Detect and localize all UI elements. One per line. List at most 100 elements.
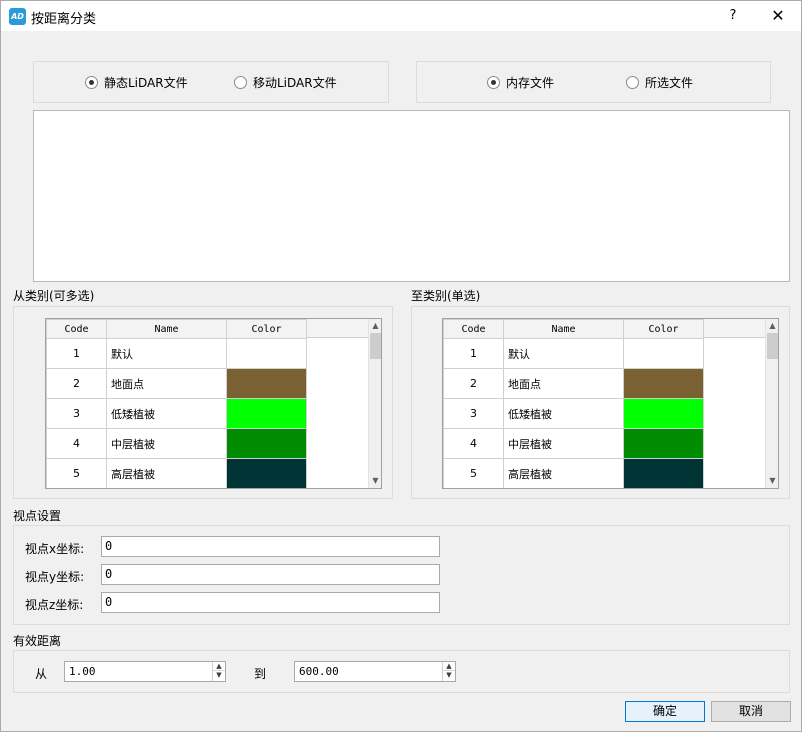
column-header-code[interactable]: Code — [46, 319, 107, 339]
cell-code: 2 — [443, 368, 504, 399]
cell-color-swatch — [623, 458, 704, 488]
table-row[interactable]: 1 默认 — [443, 338, 704, 369]
viewpoint-x-label: 视点x坐标: — [25, 542, 85, 556]
column-header-color[interactable]: Color — [226, 319, 307, 339]
table-row[interactable]: 2 地面点 — [443, 368, 704, 399]
cell-name: 高层植被 — [106, 458, 227, 488]
table-row[interactable]: 4 中层植被 — [443, 428, 704, 459]
viewpoint-y-input[interactable]: 0 — [101, 564, 440, 585]
distance-to-label: 到 — [254, 667, 267, 681]
scroll-thumb[interactable] — [370, 333, 381, 359]
to-class-grid: Code Name Color 1 默认 2 地面点 3 低矮植被 4 中层植被 5 高层植被 — [443, 319, 704, 488]
cell-code: 4 — [443, 428, 504, 459]
table-header-filler — [703, 319, 766, 338]
viewpoint-z-label: 视点z坐标: — [25, 598, 84, 612]
radio-unchecked-icon[interactable] — [234, 76, 247, 89]
ok-button[interactable]: 确定 — [625, 701, 705, 722]
cell-color-swatch — [226, 398, 307, 429]
table-row[interactable]: 3 低矮植被 — [443, 398, 704, 429]
cell-code: 1 — [46, 338, 107, 369]
dialog-window: AD 按距离分类 ? ✕ 静态LiDAR文件 移动LiDAR文件 内存文件 所选… — [0, 0, 802, 732]
table-header-filler — [306, 319, 369, 338]
radio-label: 内存文件 — [506, 76, 555, 90]
distance-to-spinbox[interactable]: 600.00 ▲ ▼ — [294, 661, 456, 682]
scroll-down-arrow-icon[interactable]: ▼ — [766, 474, 778, 488]
spin-down-arrow-icon[interactable]: ▼ — [213, 671, 225, 680]
to-class-table[interactable]: Code Name Color 1 默认 2 地面点 3 低矮植被 4 中层植被 5 高层植被 ▲… — [442, 318, 779, 489]
column-header-color[interactable]: Color — [623, 319, 704, 339]
cell-name: 中层植被 — [106, 428, 227, 459]
radio-memory-file[interactable]: 内存文件 — [487, 74, 554, 91]
viewpoint-label: 视点设置 — [13, 509, 62, 523]
cell-name: 低矮植被 — [503, 398, 624, 429]
cell-code: 4 — [46, 428, 107, 459]
cell-code: 2 — [46, 368, 107, 399]
app-logo-icon: AD — [9, 8, 26, 25]
scroll-down-arrow-icon[interactable]: ▼ — [369, 474, 381, 488]
from-class-table[interactable]: Code Name Color 1 默认 2 地面点 3 低矮植被 4 中层植被 5 高层植被 ▲… — [45, 318, 382, 489]
radio-label: 所选文件 — [645, 76, 694, 90]
distance-from-spinbox[interactable]: 1.00 ▲ ▼ — [64, 661, 226, 682]
cell-color-swatch — [226, 458, 307, 488]
column-header-name[interactable]: Name — [106, 319, 227, 339]
cell-name: 默认 — [503, 338, 624, 369]
viewpoint-y-label: 视点y坐标: — [25, 570, 85, 584]
file-source-group — [416, 61, 771, 103]
table-row[interactable]: 5 高层植被 — [443, 458, 704, 488]
radio-label: 静态LiDAR文件 — [104, 76, 188, 90]
distance-from-label: 从 — [35, 667, 48, 681]
radio-unchecked-icon[interactable] — [626, 76, 639, 89]
cell-color-swatch — [623, 368, 704, 399]
radio-checked-icon[interactable] — [487, 76, 500, 89]
radio-checked-icon[interactable] — [85, 76, 98, 89]
cell-name: 低矮植被 — [106, 398, 227, 429]
cell-code: 3 — [443, 398, 504, 429]
close-button[interactable]: ✕ — [765, 5, 791, 27]
cell-code: 1 — [443, 338, 504, 369]
viewpoint-x-input[interactable]: 0 — [101, 536, 440, 557]
spinbox-value: 600.00 — [299, 665, 339, 678]
scroll-up-arrow-icon[interactable]: ▲ — [369, 319, 381, 333]
cancel-button[interactable]: 取消 — [711, 701, 791, 722]
radio-selected-file[interactable]: 所选文件 — [626, 74, 693, 91]
cell-name: 地面点 — [106, 368, 227, 399]
spinbox-buttons[interactable]: ▲ ▼ — [212, 662, 225, 681]
spin-down-arrow-icon[interactable]: ▼ — [443, 671, 455, 680]
table-row[interactable]: 5 高层植被 — [46, 458, 307, 488]
radio-mobile-lidar[interactable]: 移动LiDAR文件 — [234, 74, 337, 91]
scroll-up-arrow-icon[interactable]: ▲ — [766, 319, 778, 333]
cell-color-swatch — [623, 428, 704, 459]
column-header-name[interactable]: Name — [503, 319, 624, 339]
radio-static-lidar[interactable]: 静态LiDAR文件 — [85, 74, 188, 91]
distance-label: 有效距离 — [13, 634, 62, 648]
from-class-grid: Code Name Color 1 默认 2 地面点 3 低矮植被 4 中层植被 5 高层植被 — [46, 319, 307, 488]
from-class-label: 从类别(可多选) — [13, 289, 95, 303]
cell-color-swatch — [623, 398, 704, 429]
column-header-code[interactable]: Code — [443, 319, 504, 339]
from-class-scrollbar[interactable]: ▲ ▼ — [368, 319, 381, 488]
file-list-box[interactable] — [33, 110, 790, 282]
cell-code: 5 — [443, 458, 504, 488]
table-row[interactable]: 3 低矮植被 — [46, 398, 307, 429]
help-button[interactable]: ? — [721, 5, 745, 27]
cell-color-swatch — [226, 368, 307, 399]
spin-up-arrow-icon[interactable]: ▲ — [213, 662, 225, 671]
table-row[interactable]: 1 默认 — [46, 338, 307, 369]
viewpoint-z-input[interactable]: 0 — [101, 592, 440, 613]
radio-label: 移动LiDAR文件 — [253, 76, 337, 90]
cell-name: 中层植被 — [503, 428, 624, 459]
cell-color-swatch — [226, 428, 307, 459]
spinbox-buttons[interactable]: ▲ ▼ — [442, 662, 455, 681]
to-class-scrollbar[interactable]: ▲ ▼ — [765, 319, 778, 488]
scroll-thumb[interactable] — [767, 333, 778, 359]
table-row[interactable]: 4 中层植被 — [46, 428, 307, 459]
table-row[interactable]: 2 地面点 — [46, 368, 307, 399]
spinbox-value: 1.00 — [69, 665, 96, 678]
cell-name: 默认 — [106, 338, 227, 369]
window-title: 按距离分类 — [31, 12, 97, 27]
cell-color-swatch — [226, 338, 307, 369]
title-bar: AD 按距离分类 ? ✕ — [1, 1, 801, 31]
cell-color-swatch — [623, 338, 704, 369]
to-class-label: 至类别(单选) — [411, 289, 481, 303]
spin-up-arrow-icon[interactable]: ▲ — [443, 662, 455, 671]
